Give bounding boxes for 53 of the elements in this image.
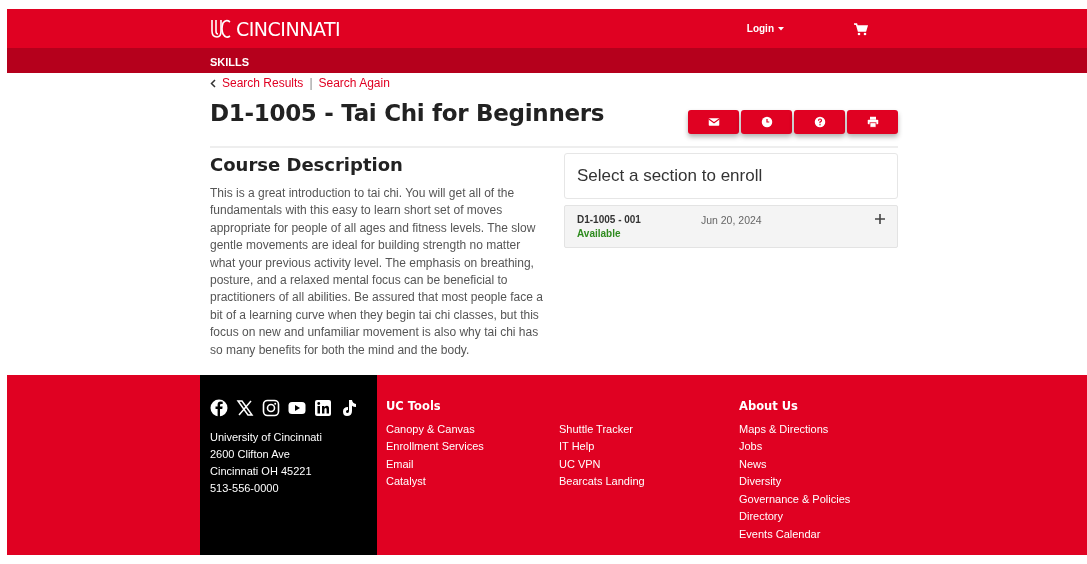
address-line: 513-556-0000 [210, 481, 279, 497]
footer-link[interactable]: Diversity [739, 473, 782, 491]
footer-link[interactable]: Maps & Directions [739, 421, 829, 439]
course-title: D1-1005 - Tai Chi for Beginners [210, 100, 605, 126]
address-line: 2600 Clifton Ave [210, 447, 290, 463]
footer-link[interactable]: IT Help [559, 438, 595, 456]
footer-link[interactable]: Catalyst [386, 473, 426, 491]
help-icon [813, 116, 826, 128]
printer-button[interactable] [847, 110, 898, 134]
instagram-icon[interactable] [262, 399, 280, 418]
printer-icon [866, 116, 879, 128]
footer-link[interactable]: Shuttle Tracker [559, 421, 633, 439]
tiktok-icon[interactable] [340, 399, 358, 418]
footer-link[interactable]: Jobs [739, 438, 763, 456]
breadcrumb-link[interactable]: Search Again [318, 76, 390, 90]
footer-link[interactable]: Canopy & Canvas [386, 421, 475, 439]
enroll-heading: Select a section to enroll [564, 153, 898, 199]
course-description: This is a great introduction to tai chi. You will get all of the fundamentals with this easy to learn short set of moves appropriate for people of all ages and fitness levels. The slow gentle movements are ideal for building strength no matter what your previous activity level. The emphasis on breathing, posture, and a relaxed mental focus can be beneficial to practitioners of all abilities. Be assured that most people face a bit of a learning curve when they begin tai chi classes, but this focus on new and unfamiliar movement is also why tai chi has so many benefits for both the mind and the body. [210, 185, 544, 359]
footer-link[interactable]: Enrollment Services [386, 438, 484, 456]
section-date: Jun 20, 2024 [700, 214, 762, 226]
footer-link[interactable]: Governance & Policies [739, 490, 851, 509]
nav-label: SKILLS [210, 55, 250, 68]
footer-link[interactable]: Events Calendar [739, 525, 821, 543]
expand-icon[interactable] [875, 214, 885, 224]
x-icon[interactable] [236, 399, 254, 418]
address-line: University of Cincinnati [210, 430, 322, 446]
clock-button[interactable] [741, 110, 792, 134]
breadcrumb-link[interactable]: Search Results [222, 76, 304, 90]
footer-heading: About Us [739, 399, 798, 416]
envelope-button[interactable] [688, 110, 739, 134]
clock-icon [760, 116, 773, 128]
cart-icon[interactable] [854, 21, 868, 36]
breadcrumb-separator: | [309, 76, 313, 90]
section-status: Available [577, 228, 622, 239]
caret-icon [778, 26, 784, 31]
section-row[interactable]: D1-1005 - 001 Available Jun 20, 2024 [564, 205, 898, 248]
logo-mark-icon [210, 17, 232, 40]
login-menu[interactable]: Login [746, 23, 784, 34]
footer-heading: UC Tools [386, 399, 441, 416]
facebook-icon[interactable] [210, 399, 228, 418]
footer-link[interactable]: Bearcats Landing [559, 473, 645, 491]
footer-link[interactable]: News [739, 455, 767, 474]
section-heading: Course Description [210, 154, 404, 175]
help-button[interactable] [794, 110, 845, 134]
footer-link[interactable]: UC VPN [559, 455, 601, 474]
section-code: D1-1005 - 001 [577, 214, 641, 225]
back-chevron-icon[interactable] [210, 78, 216, 88]
brand-name[interactable]: CINCINNATI [236, 17, 341, 40]
footer-link[interactable]: Email [386, 455, 414, 474]
address-line: Cincinnati OH 45221 [210, 464, 312, 480]
envelope-icon [707, 116, 720, 128]
footer-link[interactable]: Directory [739, 508, 783, 526]
linkedin-icon[interactable] [314, 399, 332, 418]
